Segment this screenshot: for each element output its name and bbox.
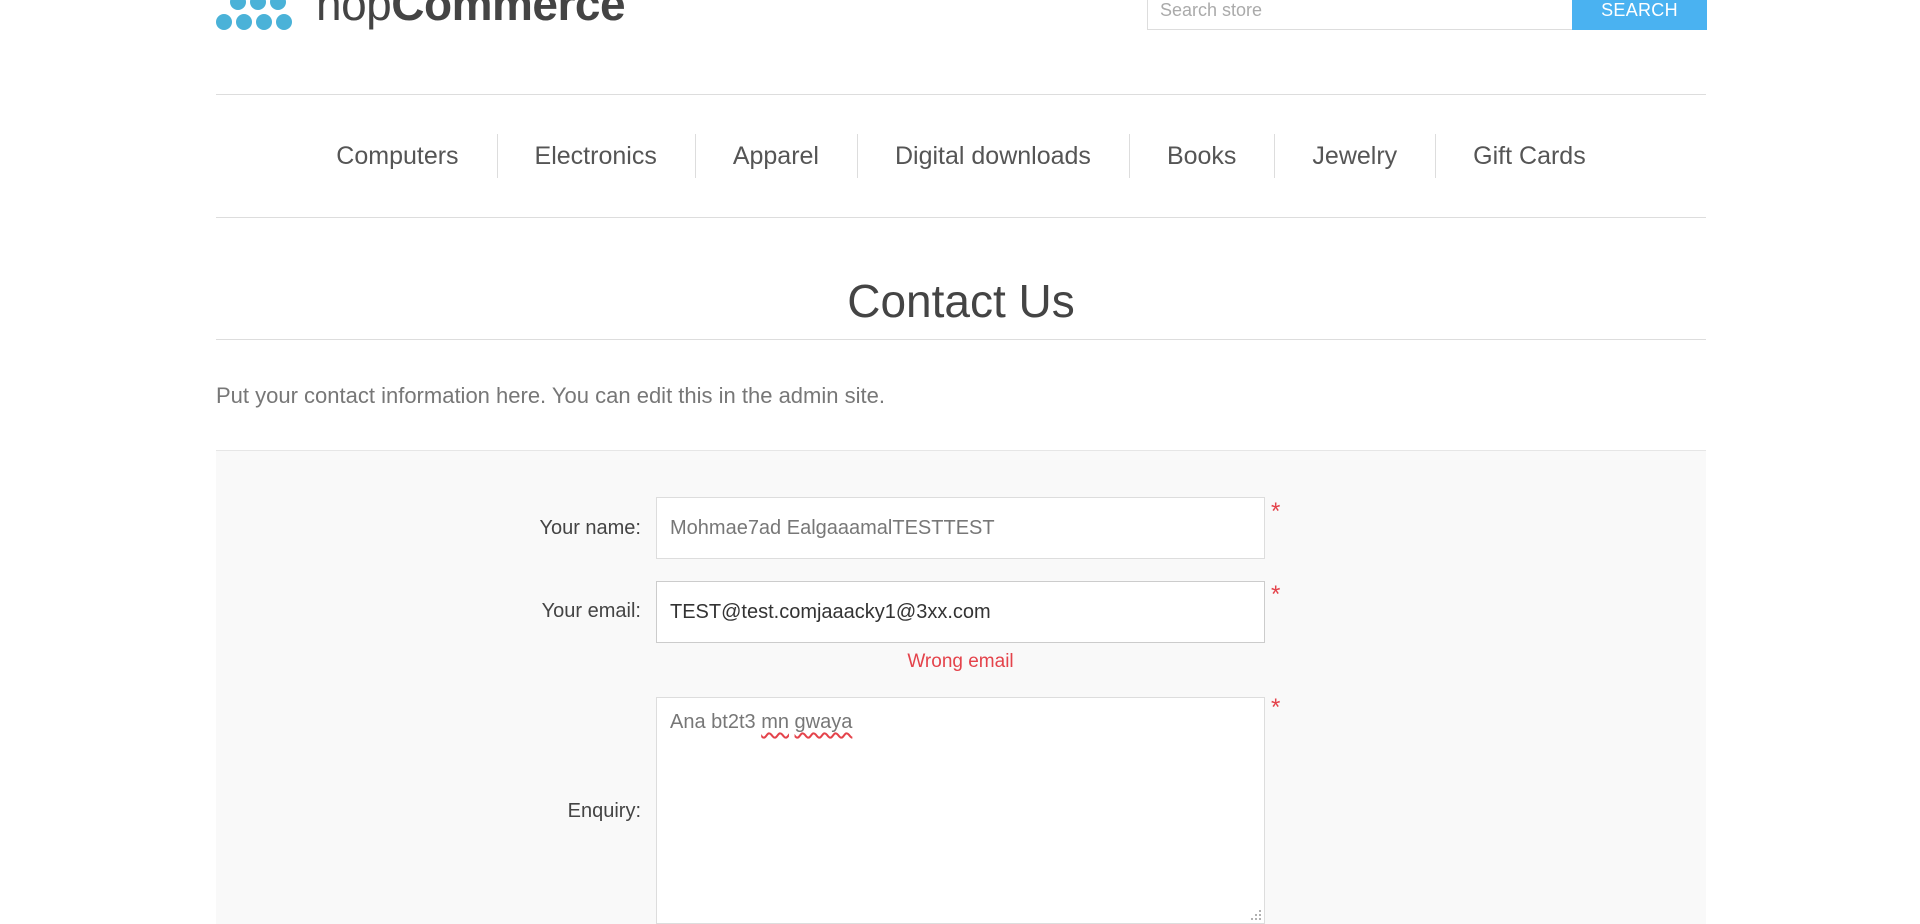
name-label: Your name:: [539, 517, 641, 539]
logo-text-bold: Commerce: [391, 0, 626, 30]
logo-dots-icon: [216, 0, 292, 30]
email-label: Your email:: [541, 600, 641, 622]
nav-item-jewelry[interactable]: Jewelry: [1274, 134, 1435, 178]
nav-divider-bottom: [216, 217, 1706, 218]
search-button[interactable]: SEARCH: [1572, 0, 1707, 30]
title-divider: [216, 339, 1706, 340]
top-menu: Computers Electronics Apparel Digital do…: [216, 95, 1706, 217]
nav-item-electronics[interactable]: Electronics: [496, 134, 695, 178]
contact-topic-text: Put your contact information here. You c…: [216, 383, 885, 408]
enquiry-text-part: Ana bt2t3: [670, 711, 762, 733]
email-required-mark: *: [1271, 581, 1281, 608]
resize-grip-icon[interactable]: [1250, 909, 1262, 921]
email-field[interactable]: [656, 581, 1265, 643]
logo-text-light: nop: [316, 0, 392, 30]
nav-item-apparel[interactable]: Apparel: [694, 134, 857, 178]
page-title: Contact Us: [847, 275, 1075, 327]
nav-item-books[interactable]: Books: [1128, 134, 1274, 178]
enquiry-label: Enquiry:: [567, 800, 641, 822]
nav-item-computers[interactable]: Computers: [298, 134, 496, 178]
search-box: SEARCH: [1147, 0, 1707, 30]
nav-item-gift-cards[interactable]: Gift Cards: [1435, 134, 1624, 178]
enquiry-misspelled-word: mn: [761, 711, 789, 733]
enquiry-misspelled-word: gwaya: [794, 711, 853, 733]
search-input[interactable]: [1147, 0, 1572, 30]
name-required-mark: *: [1271, 498, 1281, 525]
email-error-message: Wrong email: [907, 651, 1014, 672]
logo-wordmark: nopCommerce: [316, 0, 626, 32]
enquiry-textarea[interactable]: Ana bt2t3 mn gwaya: [656, 697, 1265, 924]
nav-item-digital-downloads[interactable]: Digital downloads: [856, 134, 1129, 178]
enquiry-required-mark: *: [1271, 694, 1281, 721]
name-field[interactable]: [656, 497, 1265, 559]
